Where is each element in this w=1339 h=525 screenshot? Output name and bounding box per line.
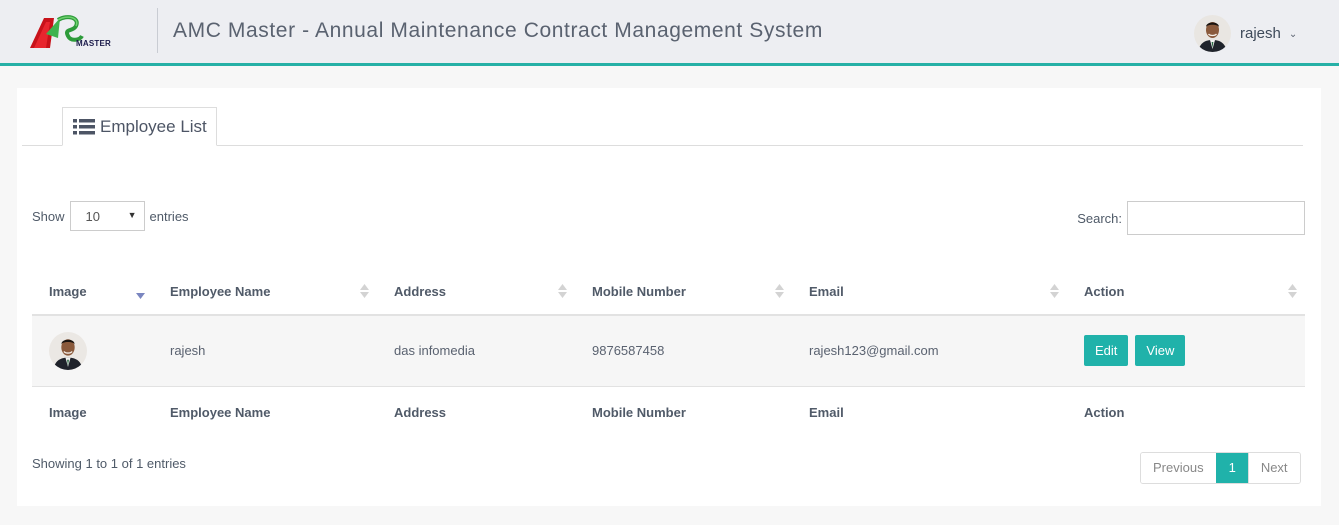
column-label: Email bbox=[809, 283, 844, 299]
app-title: AMC Master - Annual Maintenance Contract… bbox=[173, 19, 823, 42]
column-label: Image bbox=[49, 283, 87, 299]
search-label: Search: bbox=[1077, 210, 1122, 226]
sort-icon bbox=[775, 284, 784, 298]
pagination: Previous 1 Next bbox=[1140, 452, 1301, 484]
header-divider bbox=[157, 8, 158, 53]
list-icon bbox=[73, 118, 95, 134]
cell-mobile-number: 9876587458 bbox=[575, 315, 792, 386]
footer-label-email: Email bbox=[792, 385, 1067, 439]
column-header-employee-name[interactable]: Employee Name bbox=[153, 268, 377, 316]
chevron-down-icon: ⌄ bbox=[1288, 28, 1298, 40]
content-panel: Employee List Show 10 ▼ entries Search: … bbox=[17, 88, 1321, 506]
search-control: Search: bbox=[1077, 201, 1305, 235]
column-label: Employee Name bbox=[170, 283, 271, 299]
cell-image bbox=[32, 315, 153, 386]
column-label: Action bbox=[1084, 283, 1125, 299]
column-label: Address bbox=[394, 283, 447, 299]
logo-text: MASTER bbox=[76, 39, 111, 48]
footer-label-employee-name: Employee Name bbox=[153, 385, 377, 439]
entries-label: entries bbox=[149, 208, 189, 224]
column-header-action[interactable]: Action bbox=[1067, 268, 1305, 316]
employee-table: Image Employee Name Address Mobile Numbe… bbox=[32, 268, 1305, 439]
cell-address: das infomedia bbox=[377, 315, 575, 386]
dropdown-arrow-icon: ▼ bbox=[127, 210, 137, 220]
cell-action: Edit View bbox=[1067, 315, 1305, 386]
column-header-image[interactable]: Image bbox=[32, 268, 153, 316]
show-label: Show bbox=[32, 208, 65, 224]
page-length-control: Show 10 ▼ entries bbox=[32, 201, 189, 231]
app-logo[interactable]: MASTER bbox=[28, 12, 116, 54]
table-info: Showing 1 to 1 of 1 entries bbox=[32, 456, 186, 471]
user-menu[interactable]: rajesh ⌄ bbox=[1194, 13, 1297, 53]
user-name: rajesh bbox=[1240, 24, 1281, 42]
employee-photo-icon bbox=[49, 331, 87, 370]
tab-employee-list[interactable]: Employee List bbox=[62, 107, 217, 146]
employee-photo bbox=[49, 331, 87, 370]
footer-label-mobile-number: Mobile Number bbox=[575, 385, 792, 439]
column-header-address[interactable]: Address bbox=[377, 268, 575, 316]
sort-icon bbox=[558, 284, 567, 298]
search-input[interactable] bbox=[1127, 201, 1305, 235]
avatar bbox=[1194, 14, 1231, 52]
user-photo-icon bbox=[1194, 14, 1231, 52]
sort-desc-icon bbox=[136, 293, 145, 299]
table-footer-row: Image Employee Name Address Mobile Numbe… bbox=[32, 385, 1305, 439]
page-1-button[interactable]: 1 bbox=[1215, 453, 1249, 483]
footer-label-address: Address bbox=[377, 385, 575, 439]
column-label: Mobile Number bbox=[592, 283, 686, 299]
column-header-email[interactable]: Email bbox=[792, 268, 1067, 316]
table-row: rajesh das infomedia 9876587458 rajesh12… bbox=[32, 315, 1305, 386]
cell-email: rajesh123@gmail.com bbox=[792, 315, 1067, 386]
top-nav-bar: MASTER AMC Master - Annual Maintenance C… bbox=[0, 0, 1339, 66]
sort-icon bbox=[1050, 284, 1059, 298]
footer-label-action: Action bbox=[1067, 385, 1305, 439]
cell-employee-name: rajesh bbox=[153, 315, 377, 386]
view-button[interactable]: View bbox=[1135, 335, 1186, 367]
sort-icon bbox=[360, 284, 369, 298]
column-header-mobile-number[interactable]: Mobile Number bbox=[575, 268, 792, 316]
page-length-value: 10 bbox=[85, 208, 100, 224]
sort-icon bbox=[1288, 284, 1297, 298]
next-page-button[interactable]: Next bbox=[1248, 453, 1300, 483]
edit-button[interactable]: Edit bbox=[1084, 335, 1129, 367]
table-header-row: Image Employee Name Address Mobile Numbe… bbox=[32, 268, 1305, 316]
page-length-select[interactable]: 10 ▼ bbox=[69, 201, 145, 231]
previous-page-button[interactable]: Previous bbox=[1141, 453, 1216, 483]
footer-label-image: Image bbox=[32, 385, 153, 439]
tab-label: Employee List bbox=[100, 116, 207, 136]
